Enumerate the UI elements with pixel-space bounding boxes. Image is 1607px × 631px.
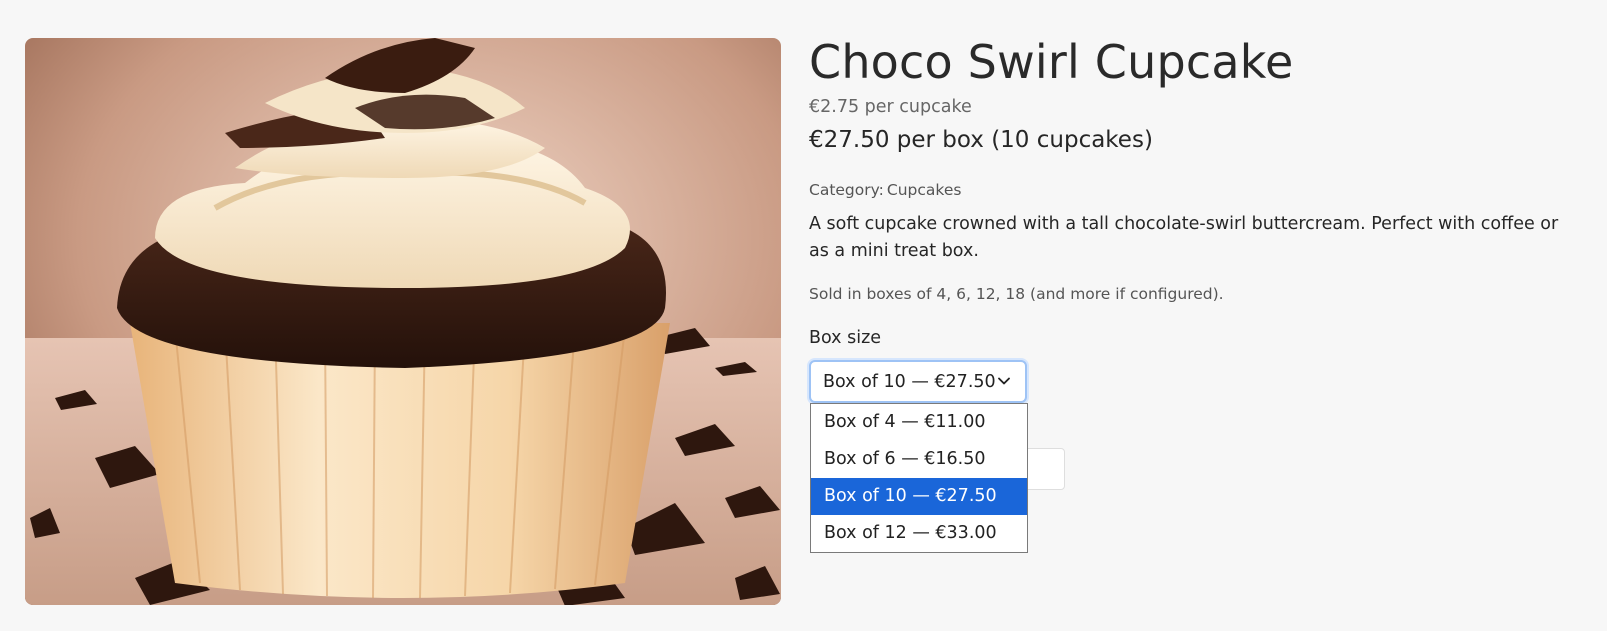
option-box-of-12[interactable]: Box of 12 — €33.00: [811, 515, 1027, 552]
cupcake-photo: [25, 38, 781, 605]
category-label: Category:: [809, 181, 884, 199]
option-box-of-10[interactable]: Box of 10 — €27.50: [811, 478, 1027, 515]
product-description: A soft cupcake crowned with a tall choco…: [809, 214, 1559, 261]
option-box-of-4[interactable]: Box of 4 — €11.00: [811, 404, 1027, 441]
product-image: [25, 38, 781, 605]
box-size-label: Box size: [809, 328, 882, 348]
box-size-select[interactable]: Box of 10 — €27.50: [809, 360, 1027, 403]
sold-note: Sold in boxes of 4, 6, 12, 18 (and more …: [809, 285, 1224, 303]
box-size-selected-value: Box of 10 — €27.50: [823, 371, 996, 392]
unit-price: €2.75 per cupcake: [809, 97, 972, 117]
product-title: Choco Swirl Cupcake: [809, 35, 1294, 89]
option-box-of-6[interactable]: Box of 6 — €16.50: [811, 441, 1027, 478]
box-size-dropdown: Box of 4 — €11.00 Box of 6 — €16.50 Box …: [810, 403, 1028, 553]
category-value: Cupcakes: [886, 181, 962, 199]
box-price: €27.50 per box (10 cupcakes): [809, 127, 1153, 153]
category: Category: Cupcakes: [809, 181, 961, 199]
chevron-down-icon: [998, 377, 1010, 385]
